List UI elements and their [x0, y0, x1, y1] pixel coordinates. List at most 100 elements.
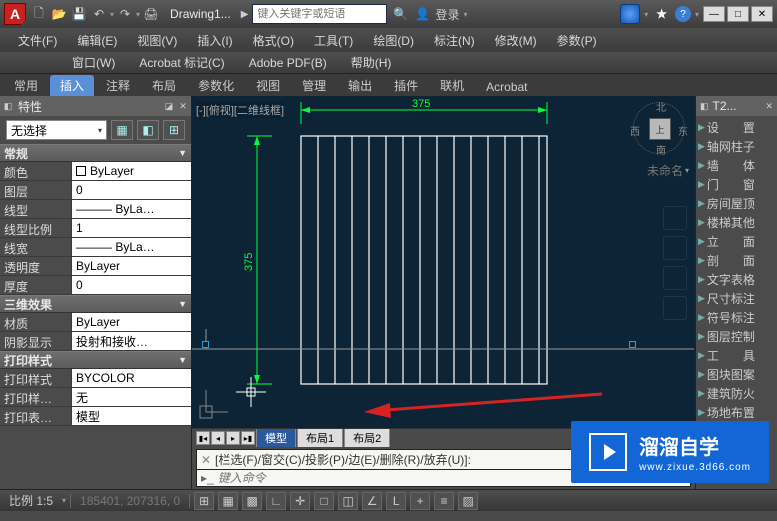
- property-row[interactable]: 透明度ByLayer: [0, 257, 191, 276]
- tab-first-icon[interactable]: ▮◂: [196, 431, 210, 445]
- grip-left[interactable]: [202, 341, 209, 348]
- search-icon[interactable]: 🔍: [391, 5, 409, 23]
- ribbon-tab[interactable]: Acrobat: [476, 78, 537, 96]
- menu-item[interactable]: 文件(F): [8, 28, 67, 52]
- redo-icon[interactable]: ↷: [116, 5, 134, 23]
- select-objects-icon[interactable]: ◧: [137, 120, 159, 140]
- property-row[interactable]: 阴影显示投射和接收…: [0, 332, 191, 351]
- rp-close-icon[interactable]: ✕: [765, 101, 773, 112]
- snap-mode-icon[interactable]: ▦: [218, 492, 238, 510]
- property-value[interactable]: 无: [72, 388, 191, 406]
- palette-item[interactable]: ▶楼梯其他: [696, 213, 777, 232]
- star-icon[interactable]: ★: [656, 7, 667, 21]
- palette-item[interactable]: ▶剖 面: [696, 251, 777, 270]
- user-icon[interactable]: 👤: [413, 5, 431, 23]
- palette-item[interactable]: ▶建筑防火: [696, 384, 777, 403]
- property-row[interactable]: 颜色ByLayer: [0, 162, 191, 181]
- 3d-osnap-icon[interactable]: ◫: [338, 492, 358, 510]
- ribbon-tab[interactable]: 输出: [338, 75, 382, 96]
- menu-item[interactable]: Adobe PDF(B): [237, 52, 339, 73]
- property-value[interactable]: 0: [72, 276, 191, 294]
- palette-item[interactable]: ▶场地布置: [696, 403, 777, 422]
- menu-item[interactable]: 工具(T): [304, 28, 363, 52]
- menu-item[interactable]: 格式(O): [243, 28, 304, 52]
- ribbon-tab[interactable]: 管理: [292, 75, 336, 96]
- palette-item[interactable]: ▶房间屋顶: [696, 194, 777, 213]
- property-value[interactable]: 1: [72, 219, 191, 237]
- login-dropdown-icon[interactable]: ▾: [463, 10, 467, 19]
- palette-item[interactable]: ▶符号标注: [696, 308, 777, 327]
- property-row[interactable]: 厚度0: [0, 276, 191, 295]
- ribbon-tab[interactable]: 注释: [96, 75, 140, 96]
- palette-item[interactable]: ▶图层控制: [696, 327, 777, 346]
- undo-icon[interactable]: ↶: [90, 5, 108, 23]
- maximize-button[interactable]: □: [727, 6, 749, 22]
- panel-options-icon[interactable]: ◪: [163, 100, 175, 112]
- property-row[interactable]: 打印表…模型: [0, 407, 191, 426]
- menu-item[interactable]: 帮助(H): [339, 52, 404, 73]
- property-row[interactable]: 线型——— ByLa…: [0, 200, 191, 219]
- grip-right[interactable]: [629, 341, 636, 348]
- quick-select-icon[interactable]: ▦: [111, 120, 133, 140]
- help-search-input[interactable]: [257, 8, 382, 20]
- palette-item[interactable]: ▶工 具: [696, 346, 777, 365]
- polar-tracking-icon[interactable]: ✛: [290, 492, 310, 510]
- property-row[interactable]: 材质ByLayer: [0, 313, 191, 332]
- print-icon[interactable]: 🖨: [142, 5, 160, 23]
- menu-item[interactable]: 窗口(W): [60, 52, 127, 73]
- exchange-icon[interactable]: [620, 4, 640, 24]
- layout-tab[interactable]: 布局2: [344, 428, 390, 448]
- drawing-canvas[interactable]: [-][俯视][二维线框] 北 南 东 西 上 未命名▾: [192, 96, 695, 429]
- property-value[interactable]: ByLayer: [72, 257, 191, 275]
- app-logo[interactable]: [4, 3, 26, 25]
- menu-item[interactable]: 参数(P): [547, 28, 607, 52]
- property-row[interactable]: 打印样式BYCOLOR: [0, 369, 191, 388]
- property-category[interactable]: 打印样式▼: [0, 351, 191, 369]
- otrack-icon[interactable]: ∠: [362, 492, 382, 510]
- property-value[interactable]: 投射和接收…: [72, 332, 191, 350]
- panel-close-icon[interactable]: ✕: [177, 100, 189, 112]
- ribbon-tab[interactable]: 参数化: [188, 75, 244, 96]
- help-search[interactable]: [252, 4, 387, 24]
- tab-next-icon[interactable]: ▸: [226, 431, 240, 445]
- selection-combo[interactable]: 无选择 ▾: [6, 120, 107, 140]
- palette-item[interactable]: ▶立 面: [696, 232, 777, 251]
- palette-item[interactable]: ▶尺寸标注: [696, 289, 777, 308]
- toggle-pickadd-icon[interactable]: ⊞: [163, 120, 185, 140]
- layout-tab[interactable]: 布局1: [297, 428, 343, 448]
- menu-item[interactable]: 标注(N): [424, 28, 485, 52]
- osnap-icon[interactable]: □: [314, 492, 334, 510]
- collapse-icon[interactable]: ◧: [2, 100, 14, 112]
- layout-tab[interactable]: 模型: [256, 428, 296, 448]
- cmd-close-icon[interactable]: ✕: [201, 453, 211, 467]
- menu-item[interactable]: 绘图(D): [363, 28, 424, 52]
- ribbon-tab[interactable]: 联机: [430, 75, 474, 96]
- palette-item[interactable]: ▶图块图案: [696, 365, 777, 384]
- palette-item[interactable]: ▶设 置: [696, 118, 777, 137]
- property-row[interactable]: 图层0: [0, 181, 191, 200]
- ribbon-tab[interactable]: 插入: [50, 75, 94, 96]
- property-value[interactable]: BYCOLOR: [72, 369, 191, 387]
- login-link[interactable]: 登录: [435, 6, 459, 23]
- save-icon[interactable]: 💾: [70, 5, 88, 23]
- ribbon-tab[interactable]: 布局: [142, 75, 186, 96]
- property-row[interactable]: 打印样…无: [0, 388, 191, 407]
- palette-item[interactable]: ▶轴网柱子: [696, 137, 777, 156]
- property-value[interactable]: 0: [72, 181, 191, 199]
- new-icon[interactable]: 🗋: [30, 5, 48, 23]
- dyn-input-icon[interactable]: +: [410, 492, 430, 510]
- property-value[interactable]: ——— ByLa…: [72, 238, 191, 256]
- property-value[interactable]: ——— ByLa…: [72, 200, 191, 218]
- property-value[interactable]: ByLayer: [72, 162, 191, 180]
- tab-last-icon[interactable]: ▸▮: [241, 431, 255, 445]
- menu-item[interactable]: Acrobat 标记(C): [127, 52, 236, 73]
- menu-item[interactable]: 编辑(E): [67, 28, 127, 52]
- palette-item[interactable]: ▶门 窗: [696, 175, 777, 194]
- ribbon-tab[interactable]: 视图: [246, 75, 290, 96]
- property-category[interactable]: 三维效果▼: [0, 295, 191, 313]
- close-button[interactable]: ✕: [751, 6, 773, 22]
- open-icon[interactable]: 📂: [50, 5, 68, 23]
- property-value[interactable]: 模型: [72, 407, 191, 425]
- property-value[interactable]: ByLayer: [72, 313, 191, 331]
- menu-item[interactable]: 修改(M): [485, 28, 547, 52]
